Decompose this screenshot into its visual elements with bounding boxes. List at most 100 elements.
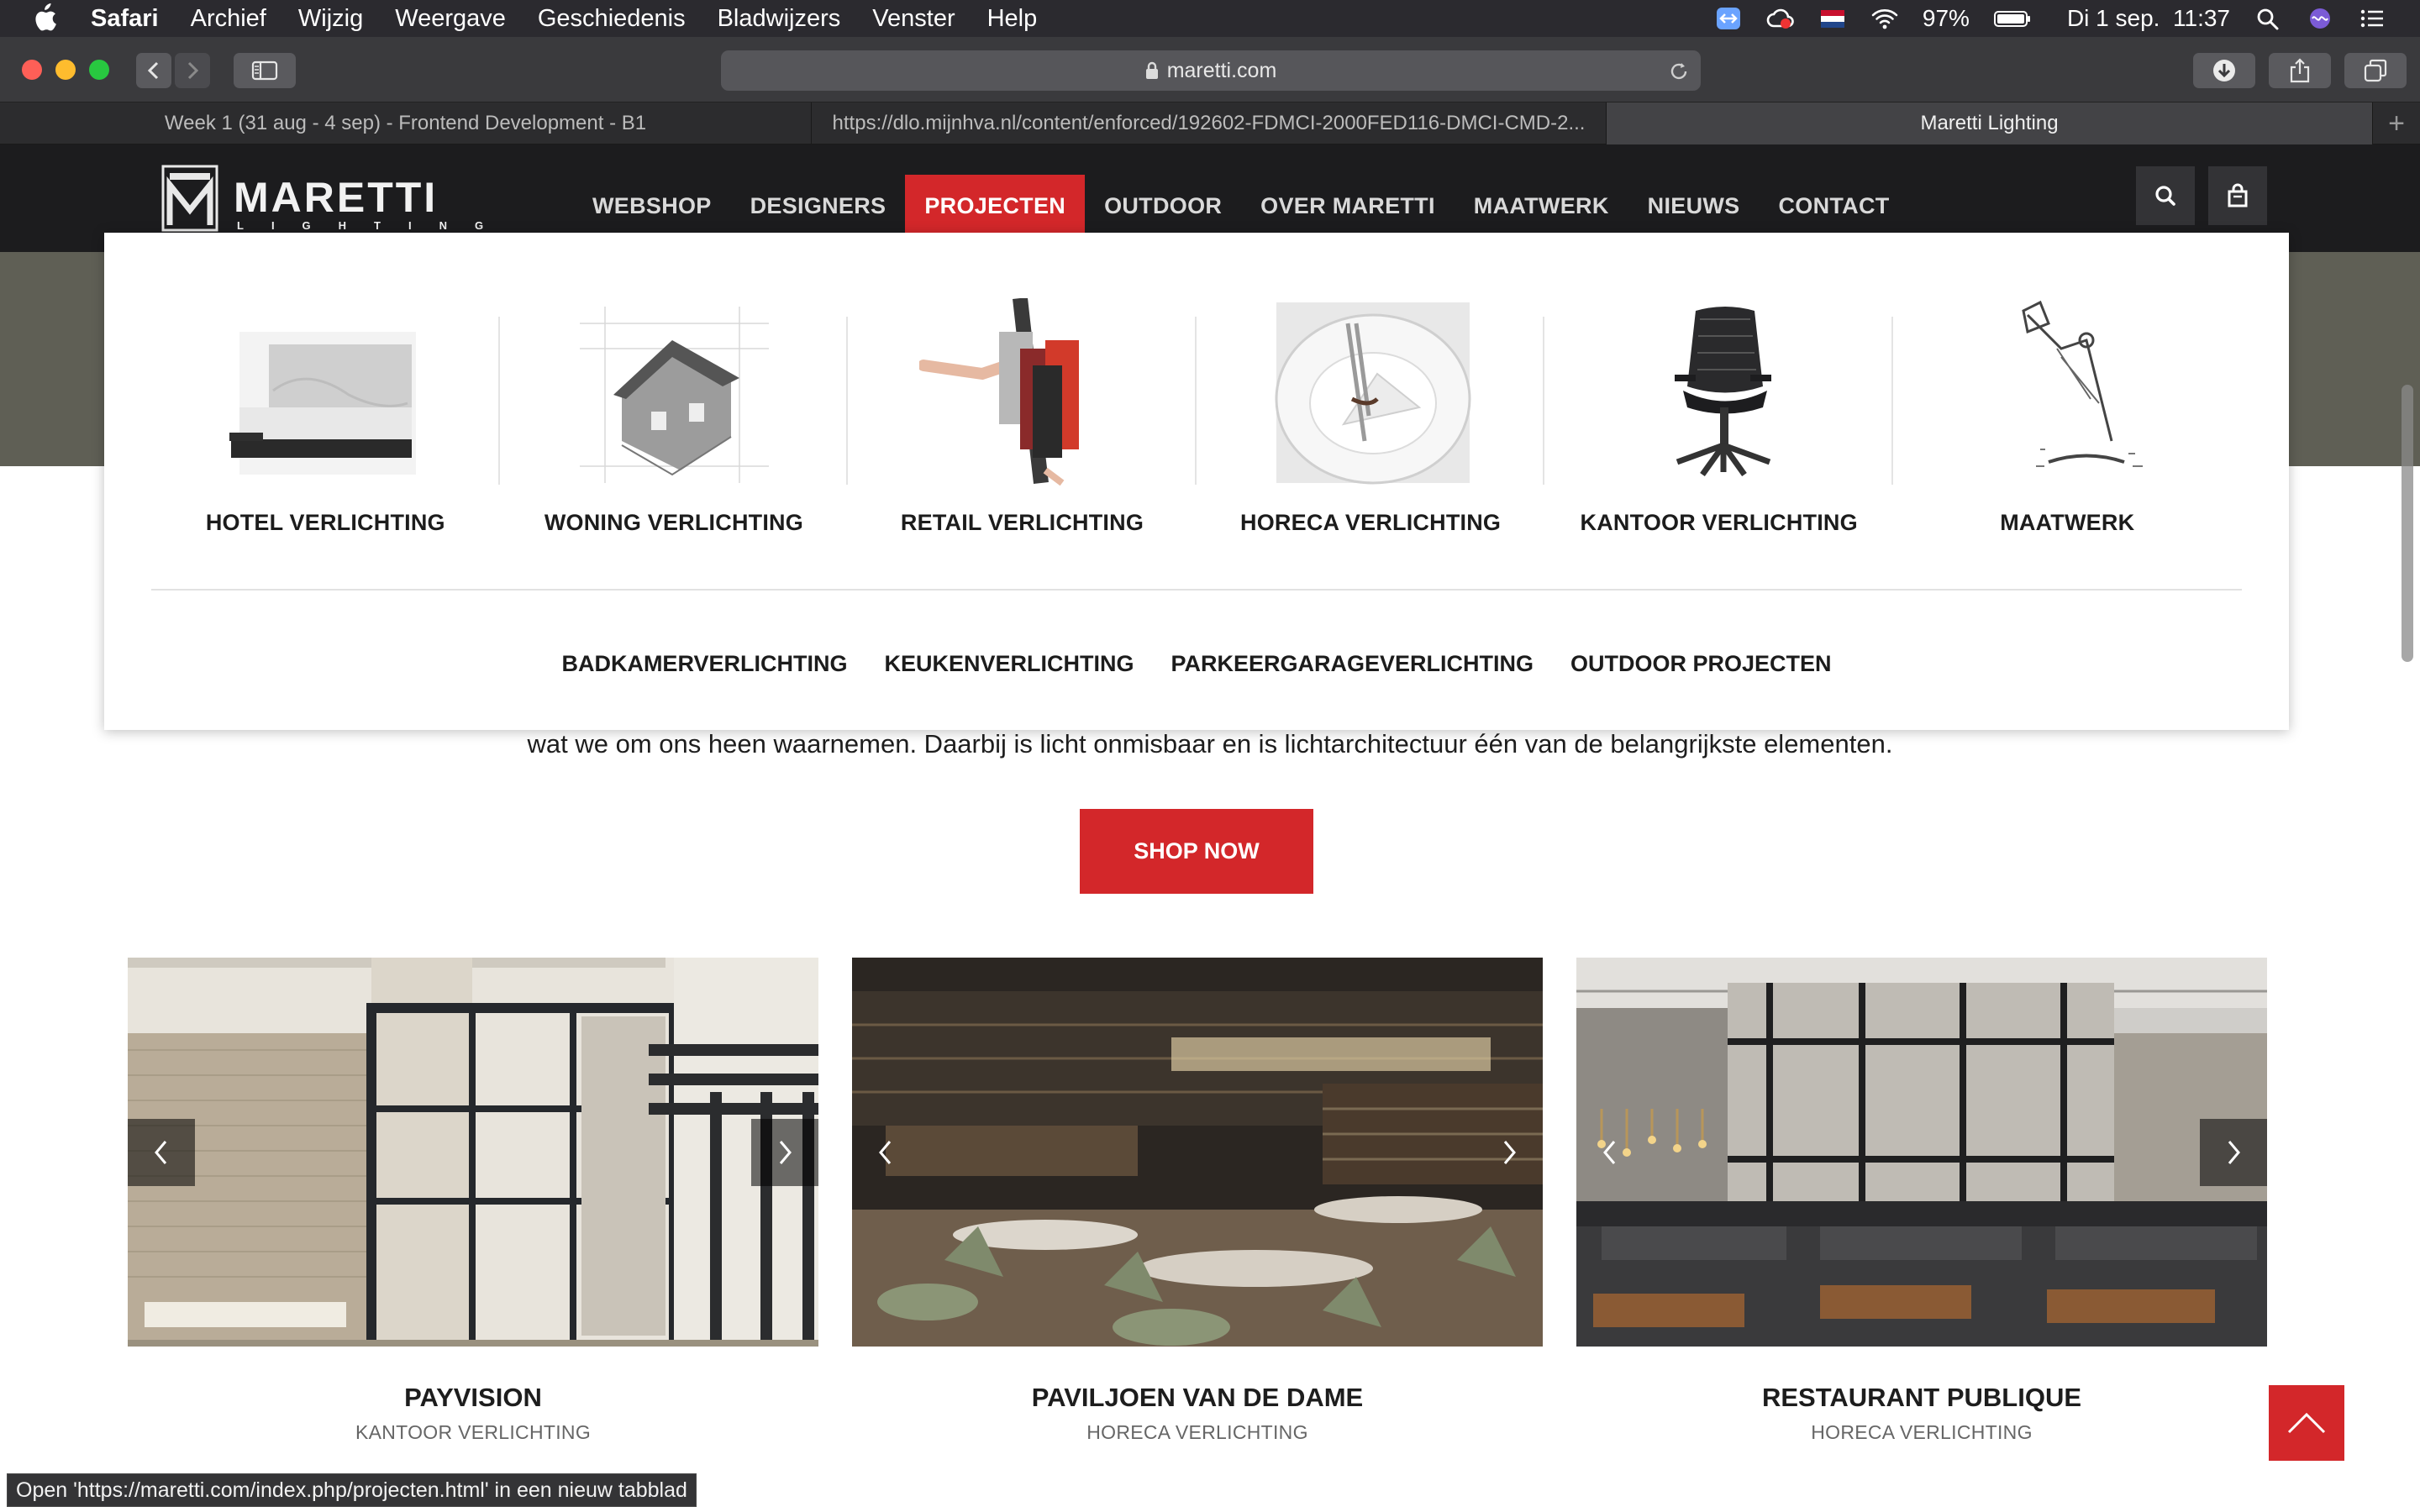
link-status-overlay: Open 'https://maretti.com/index.php/proj…	[7, 1473, 697, 1507]
carousel-prev-button[interactable]	[852, 1119, 919, 1186]
chevron-up-icon	[2287, 1412, 2326, 1434]
carousel-prev-button[interactable]	[1576, 1119, 1644, 1186]
menu-wijzig[interactable]: Wijzig	[298, 5, 363, 33]
menu-weergave[interactable]: Weergave	[395, 5, 506, 33]
apple-logo-icon[interactable]	[32, 3, 57, 32]
shopping-bag-icon	[2228, 183, 2248, 207]
menu-geschiedenis[interactable]: Geschiedenis	[538, 5, 686, 33]
wifi-icon[interactable]	[1870, 6, 1899, 31]
tab-overview-button[interactable]	[2344, 53, 2407, 88]
menu-bladwijzers[interactable]: Bladwijzers	[718, 5, 841, 33]
macos-menu-bar: Safari Archief Wijzig Weergave Geschiede…	[0, 0, 2420, 37]
back-to-top-button[interactable]	[2269, 1385, 2344, 1461]
carousel-prev-button[interactable]	[128, 1119, 195, 1186]
project-category: HORECA VERLICHTING	[1086, 1421, 1308, 1443]
back-button[interactable]	[136, 53, 171, 88]
cart-button[interactable]	[2208, 166, 2267, 225]
category-maatwerk[interactable]: MAATWERK	[1893, 233, 2242, 552]
project-title[interactable]: RESTAURANT PUBLIQUE	[1576, 1383, 2267, 1413]
intro-text: wat we om ons heen waarnemen. Daarbij is…	[527, 729, 1893, 759]
project-title[interactable]: PAVILJOEN VAN DE DAME	[852, 1383, 1543, 1413]
carousel-next-button[interactable]	[751, 1119, 818, 1186]
category-label: HOTEL VERLICHTING	[205, 510, 445, 535]
battery-percentage: 97%	[1922, 5, 1970, 31]
category-hotel-verlichting[interactable]: HOTEL VERLICHTING	[151, 233, 500, 552]
category-label: MAATWERK	[2000, 510, 2135, 535]
shopping-bags-image	[919, 298, 1080, 486]
project-title[interactable]: PAYVISION	[128, 1383, 818, 1413]
spotlight-search-icon[interactable]	[2254, 6, 2282, 31]
tabs-icon	[2364, 59, 2387, 82]
maretti-logo[interactable]: MARETTI LIGHTING	[161, 165, 506, 234]
tab-maretti[interactable]: Maretti Lighting	[1607, 102, 2373, 144]
category-label: WONING VERLICHTING	[544, 510, 803, 535]
sidebar-icon	[251, 60, 278, 81]
sublink-keukenverlichting[interactable]: KEUKENVERLICHTING	[884, 651, 1134, 677]
site-search-button[interactable]	[2136, 166, 2195, 225]
chevron-left-icon	[879, 1141, 892, 1164]
menu-bar-status-area: 97% Di 1 sep. 11:37	[1714, 0, 2386, 37]
chevron-right-icon	[779, 1141, 792, 1164]
siri-icon[interactable]	[2306, 6, 2334, 31]
page-scrollbar[interactable]	[2402, 385, 2413, 662]
close-window-button[interactable]	[22, 60, 42, 80]
teamviewer-icon[interactable]	[1714, 6, 1743, 31]
project-category: KANTOOR VERLICHTING	[355, 1421, 592, 1443]
minimize-window-button[interactable]	[55, 60, 76, 80]
menu-venster[interactable]: Venster	[872, 5, 955, 33]
carousel-next-button[interactable]	[2200, 1119, 2267, 1186]
carousel-next-button[interactable]	[1476, 1119, 1543, 1186]
project-image-publique[interactable]	[1576, 958, 2267, 1347]
mega-menu-categories: HOTEL VERLICHTING WONING VERLICHTING RET…	[151, 233, 2242, 552]
menu-help[interactable]: Help	[987, 5, 1038, 33]
tab-week1[interactable]: Week 1 (31 aug - 4 sep) - Frontend Devel…	[0, 102, 812, 144]
dinner-plate-image	[1275, 302, 1471, 485]
battery-icon[interactable]	[1993, 6, 2032, 31]
office-chair-image	[1675, 307, 1772, 477]
menu-archief[interactable]: Archief	[191, 5, 266, 33]
logo-subtitle: LIGHTING	[237, 219, 506, 232]
mega-menu-sublinks: BADKAMERVERLICHTING KEUKENVERLICHTING PA…	[104, 651, 2289, 677]
mega-menu-divider	[151, 589, 2242, 591]
search-icon	[2155, 186, 2175, 206]
forward-button[interactable]	[175, 53, 210, 88]
category-retail-verlichting[interactable]: RETAIL VERLICHTING	[848, 233, 1197, 552]
share-button[interactable]	[2269, 53, 2331, 88]
chevron-right-icon	[2228, 1141, 2240, 1164]
chevron-right-icon	[1503, 1141, 1516, 1164]
lock-icon	[1145, 61, 1158, 79]
category-woning-verlichting[interactable]: WONING VERLICHTING	[500, 233, 849, 552]
project-image-paviljoen[interactable]	[852, 958, 1543, 1347]
sublink-parkeergarageverlichting[interactable]: PARKEERGARAGEVERLICHTING	[1171, 651, 1534, 677]
app-menus: Safari Archief Wijzig Weergave Geschiede…	[91, 0, 1037, 37]
category-label: RETAIL VERLICHTING	[900, 510, 1144, 535]
project-category: HORECA VERLICHTING	[1811, 1421, 2033, 1443]
tab-title: https://dlo.mijnhva.nl/content/enforced/…	[832, 112, 1586, 134]
zoom-window-button[interactable]	[89, 60, 109, 80]
category-kantoor-verlichting[interactable]: KANTOOR VERLICHTING	[1544, 233, 1893, 552]
shop-now-button[interactable]: SHOP NOW	[1080, 809, 1313, 894]
creative-cloud-icon[interactable]	[1766, 6, 1795, 31]
new-tab-button[interactable]: +	[2373, 102, 2420, 144]
tab-dlo[interactable]: https://dlo.mijnhva.nl/content/enforced/…	[812, 102, 1607, 144]
chevron-right-icon	[187, 61, 199, 80]
tab-bar: Week 1 (31 aug - 4 sep) - Frontend Devel…	[0, 102, 2420, 144]
chevron-left-icon	[155, 1141, 167, 1164]
notification-center-icon[interactable]	[2358, 6, 2386, 31]
sublink-outdoor-projecten[interactable]: OUTDOOR PROJECTEN	[1570, 651, 1832, 677]
clock[interactable]: Di 1 sep. 11:37	[2067, 5, 2230, 32]
sublink-badkamerverlichting[interactable]: BADKAMERVERLICHTING	[561, 651, 847, 677]
sidebar-toggle-button[interactable]	[234, 53, 296, 88]
lamp-sketch-image	[2022, 300, 2143, 467]
share-icon	[2290, 58, 2310, 83]
address-bar[interactable]: maretti.com	[721, 50, 1701, 91]
downloads-button[interactable]	[2193, 53, 2255, 88]
category-horeca-verlichting[interactable]: HORECA VERLICHTING	[1197, 233, 1545, 552]
house-blueprint-image	[579, 307, 769, 483]
project-image-payvision[interactable]	[128, 958, 818, 1347]
chevron-left-icon	[1603, 1141, 1616, 1164]
dutch-flag-icon[interactable]	[1818, 6, 1847, 31]
project-cards: PAYVISION KANTOOR VERLICHTING PAVILJOEN …	[128, 958, 2267, 1462]
reload-icon[interactable]	[1669, 61, 1689, 81]
menu-safari[interactable]: Safari	[91, 5, 159, 33]
